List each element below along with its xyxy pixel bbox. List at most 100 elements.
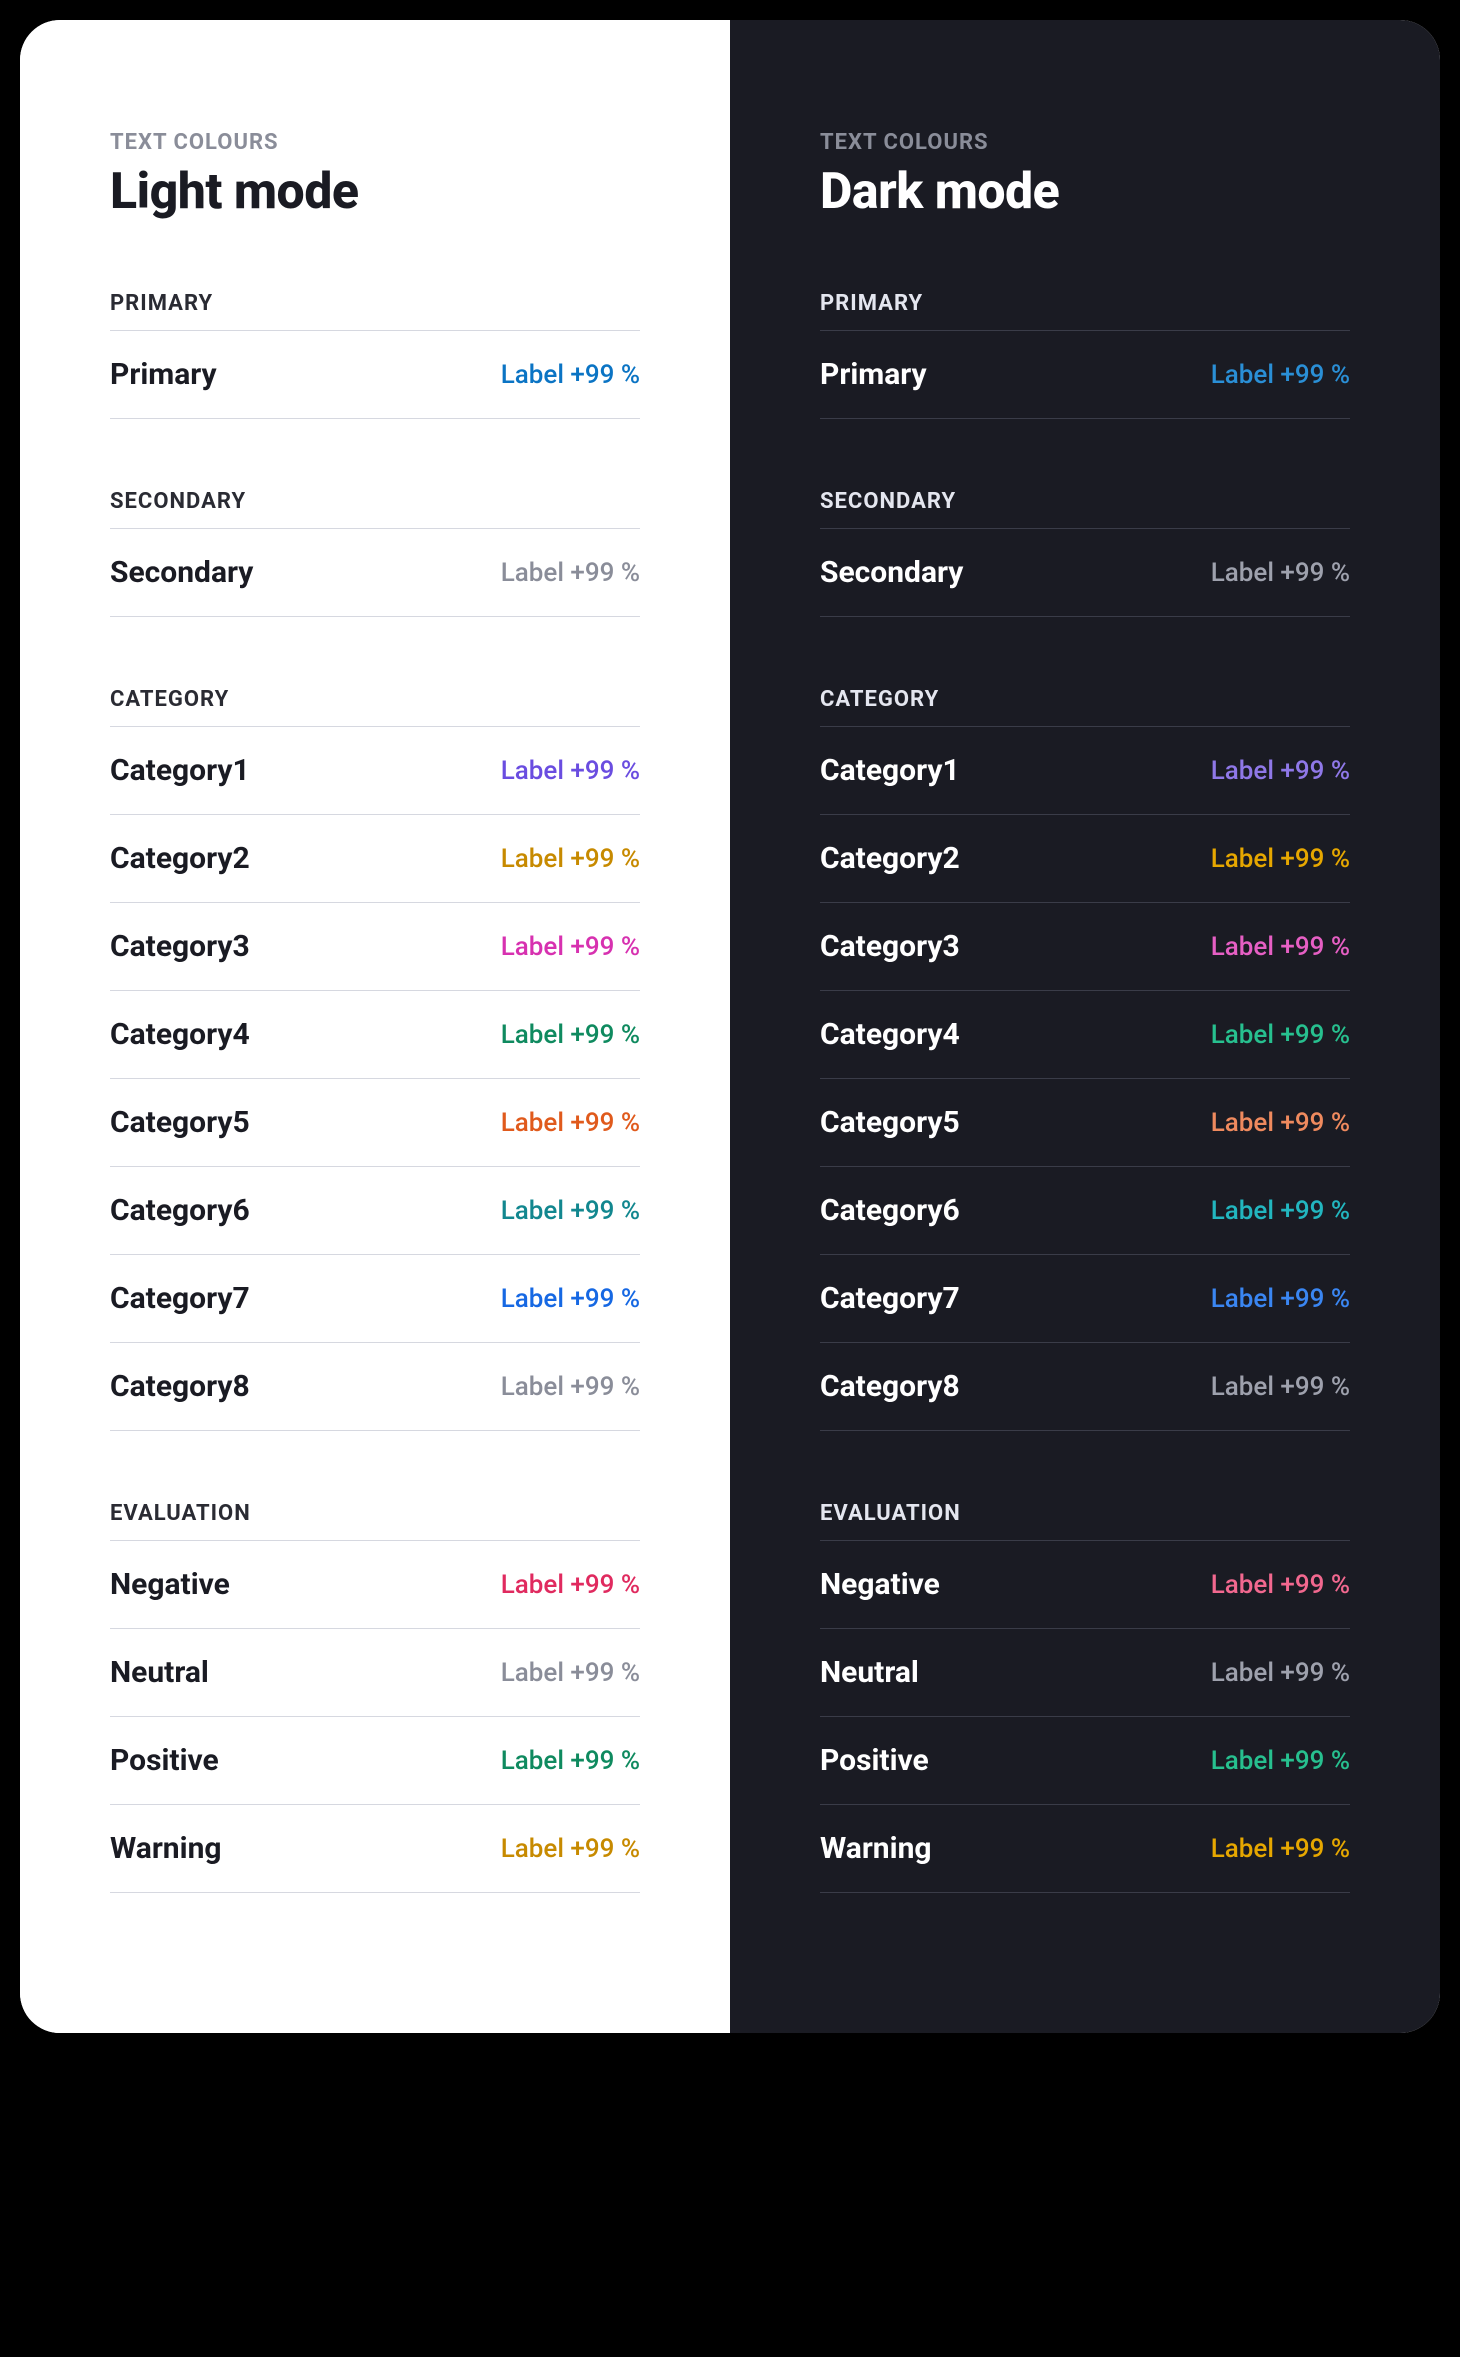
row-name: Negative <box>820 1567 940 1602</box>
row-category2: Category2 Label +99 % <box>110 815 640 903</box>
section-primary-dark: PRIMARY Primary Label +99 % <box>820 291 1350 419</box>
row-label: Label +99 % <box>501 1746 640 1776</box>
row-name: Category8 <box>110 1369 250 1404</box>
row-label: Label +99 % <box>501 1570 640 1600</box>
row-name: Primary <box>820 357 927 392</box>
section-category-dark: CATEGORY Category1 Label +99 % Category2 L… <box>820 687 1350 1431</box>
row-category8: Category8 Label +99 % <box>110 1343 640 1431</box>
row-warning: WarningLabel +99 % <box>110 1805 640 1893</box>
row-name: Category1 <box>820 753 960 788</box>
title-light: Light mode <box>110 163 640 221</box>
row-name: Category7 <box>820 1281 960 1316</box>
row-category5: Category5 Label +99 % <box>110 1079 640 1167</box>
row-label: Label +99 % <box>501 1658 640 1688</box>
section-evaluation-dark: EVALUATION Negative Label +99 % Neutral La… <box>820 1501 1350 1893</box>
row-category4: Category4Label +99 % <box>820 991 1350 1079</box>
dark-mode-panel: TEXT COLOURS Dark mode PRIMARY Primary L… <box>730 20 1440 2033</box>
row-category2: Category2 Label +99 % <box>820 815 1350 903</box>
row-label: Label +99 % <box>1211 1372 1350 1402</box>
row-name: Category1 <box>110 753 250 788</box>
row-label: Label +99 % <box>1211 1570 1350 1600</box>
row-category4: Category4Label +99 % <box>110 991 640 1079</box>
row-label: Label +99 % <box>1211 756 1350 786</box>
eyebrow-light: TEXT COLOURS <box>110 130 640 155</box>
row-name: Category5 <box>820 1105 960 1140</box>
row-label: Label +99 % <box>501 1372 640 1402</box>
eyebrow-dark: TEXT COLOURS <box>820 130 1350 155</box>
section-title: EVALUATION <box>110 1501 640 1541</box>
row-label: Label +99 % <box>1211 558 1350 588</box>
row-name: Positive <box>820 1743 929 1778</box>
row-name: Warning <box>820 1831 932 1866</box>
row-name: Category3 <box>820 929 960 964</box>
row-label: Label +99 % <box>1211 360 1350 390</box>
row-label: Label +99 % <box>1211 1284 1350 1314</box>
row-label: Label +99 % <box>501 1196 640 1226</box>
light-mode-panel: TEXT COLOURS Light mode PRIMARY Primary … <box>20 20 730 2033</box>
row-secondary: Secondary Label +99 % <box>820 529 1350 617</box>
row-category3: Category3 Label +99 % <box>820 903 1350 991</box>
row-primary: Primary Label +99 % <box>820 331 1350 419</box>
row-label: Label +99 % <box>1211 1746 1350 1776</box>
row-label: Label +99 % <box>501 844 640 874</box>
row-name: Category2 <box>110 841 250 876</box>
row-label: Label +99 % <box>501 1284 640 1314</box>
row-category3: Category3 Label +99 % <box>110 903 640 991</box>
row-name: Category6 <box>110 1193 250 1228</box>
row-name: Category7 <box>110 1281 250 1316</box>
row-name: Category4 <box>820 1017 960 1052</box>
row-name: Category2 <box>820 841 960 876</box>
row-category7: Category7 Label +99 % <box>110 1255 640 1343</box>
row-name: Neutral <box>820 1655 919 1690</box>
row-negative: Negative Label +99 % <box>820 1541 1350 1629</box>
title-dark: Dark mode <box>820 163 1350 221</box>
row-name: Secondary <box>110 555 253 590</box>
section-title: SECONDARY <box>110 489 640 529</box>
row-warning: WarningLabel +99 % <box>820 1805 1350 1893</box>
row-label: Label +99 % <box>501 1108 640 1138</box>
row-name: Secondary <box>820 555 963 590</box>
row-label: Label +99 % <box>1211 932 1350 962</box>
row-name: Category5 <box>110 1105 250 1140</box>
section-title: CATEGORY <box>110 687 640 727</box>
row-primary: Primary Label +99 % <box>110 331 640 419</box>
section-title: SECONDARY <box>820 489 1350 529</box>
row-label: Label +99 % <box>1211 1108 1350 1138</box>
row-name: Primary <box>110 357 217 392</box>
row-name: Warning <box>110 1831 222 1866</box>
row-category6: Category6 Label +99 % <box>820 1167 1350 1255</box>
row-category7: Category7 Label +99 % <box>820 1255 1350 1343</box>
section-title: PRIMARY <box>820 291 1350 331</box>
row-name: Category4 <box>110 1017 250 1052</box>
section-title: EVALUATION <box>820 1501 1350 1541</box>
row-positive: Positive Label +99 % <box>820 1717 1350 1805</box>
row-category6: Category6 Label +99 % <box>110 1167 640 1255</box>
row-name: Category3 <box>110 929 250 964</box>
row-name: Category8 <box>820 1369 960 1404</box>
row-neutral: Neutral Label +99 % <box>110 1629 640 1717</box>
section-secondary-dark: SECONDARY Secondary Label +99 % <box>820 489 1350 617</box>
row-category1: Category1 Label +99 % <box>820 727 1350 815</box>
section-primary-light: PRIMARY Primary Label +99 % <box>110 291 640 419</box>
row-category8: Category8 Label +99 % <box>820 1343 1350 1431</box>
row-label: Label +99 % <box>501 932 640 962</box>
row-category5: Category5 Label +99 % <box>820 1079 1350 1167</box>
row-label: Label +99 % <box>1211 1658 1350 1688</box>
row-neutral: Neutral Label +99 % <box>820 1629 1350 1717</box>
section-secondary-light: SECONDARY Secondary Label +99 % <box>110 489 640 617</box>
row-positive: Positive Label +99 % <box>110 1717 640 1805</box>
row-label: Label +99 % <box>501 360 640 390</box>
row-name: Neutral <box>110 1655 209 1690</box>
row-name: Positive <box>110 1743 219 1778</box>
row-secondary: Secondary Label +99 % <box>110 529 640 617</box>
section-evaluation-light: EVALUATION Negative Label +99 % Neutral La… <box>110 1501 640 1893</box>
row-name: Category6 <box>820 1193 960 1228</box>
row-label: Label +99 % <box>1211 844 1350 874</box>
row-category1: Category1Label +99 % <box>110 727 640 815</box>
row-name: Negative <box>110 1567 230 1602</box>
section-title: CATEGORY <box>820 687 1350 727</box>
row-negative: Negative Label +99 % <box>110 1541 640 1629</box>
row-label: Label +99 % <box>501 558 640 588</box>
row-label: Label +99 % <box>1211 1196 1350 1226</box>
section-category-light: CATEGORY Category1Label +99 % Category2L… <box>110 687 640 1431</box>
